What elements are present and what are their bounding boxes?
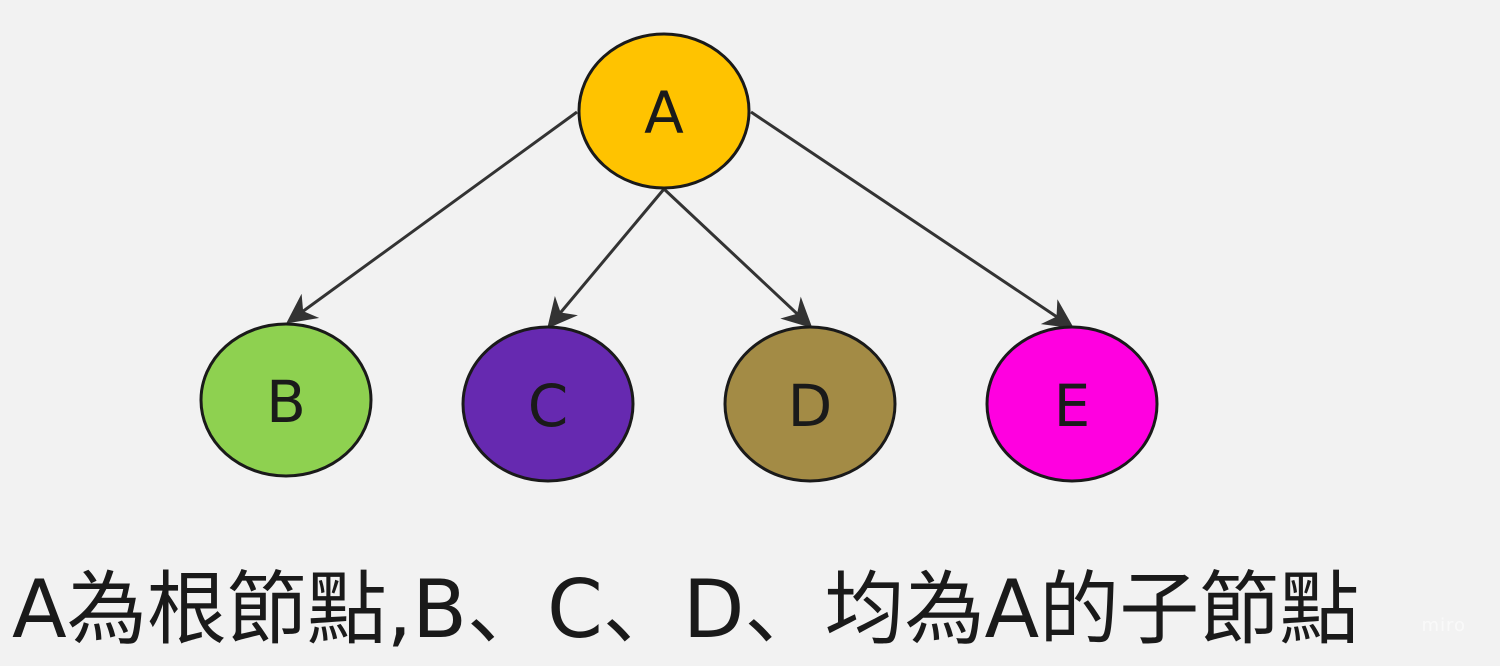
edge-a-d [662, 187, 813, 329]
node-a-label: A [644, 79, 684, 147]
node-d[interactable]: D [723, 325, 897, 483]
node-c-label: C [528, 372, 569, 440]
node-b[interactable]: B [199, 322, 373, 478]
edge-a-e [750, 110, 1074, 329]
diagram-caption: A為根節點,B、C、D、均為A的子節點 [12, 563, 1360, 656]
node-a[interactable]: A [577, 32, 751, 190]
edge-a-c [547, 188, 666, 329]
node-e-label: E [1054, 372, 1091, 440]
node-c[interactable]: C [461, 325, 635, 483]
watermark-logo: miro [1421, 615, 1466, 636]
node-d-label: D [788, 372, 833, 440]
node-e[interactable]: E [985, 325, 1159, 483]
node-b-label: B [266, 368, 306, 436]
edge-a-b [286, 110, 578, 324]
